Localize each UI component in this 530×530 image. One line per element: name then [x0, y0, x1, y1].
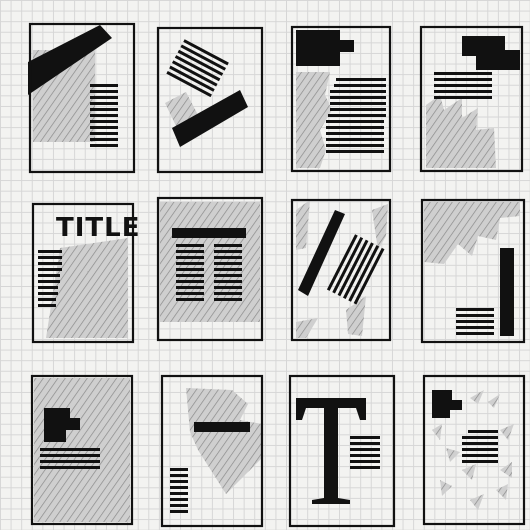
- layout-thumbnail-5: TITLE: [31, 202, 140, 344]
- layout-thumbnail-11: [288, 374, 396, 528]
- layout-thumbnail-1: [28, 22, 136, 174]
- layout-thumbnail-7: [290, 198, 392, 342]
- layout-thumbnail-9: [30, 374, 134, 526]
- text-lines: [434, 72, 492, 99]
- layout-thumbnail-12: [422, 374, 526, 526]
- text-lines: [462, 430, 498, 463]
- text-lines: [456, 308, 494, 335]
- layout-thumbnail-3: [290, 25, 392, 173]
- layout-thumbnail-4: [419, 25, 524, 173]
- layout-thumbnail-6: [156, 196, 264, 342]
- text-lines-rotated: [166, 39, 229, 98]
- layout-thumbnail-8: [420, 198, 526, 344]
- text-lines-rotated: [326, 234, 385, 305]
- sketch-title-text: TITLE: [56, 213, 140, 243]
- thumbnail-sketch-sheet: TITLE: [28, 22, 526, 528]
- text-lines: [350, 436, 380, 469]
- layout-thumbnail-2: [156, 26, 264, 174]
- text-lines: [170, 468, 188, 513]
- text-lines: [326, 78, 386, 153]
- layout-thumbnail-10: [160, 374, 264, 528]
